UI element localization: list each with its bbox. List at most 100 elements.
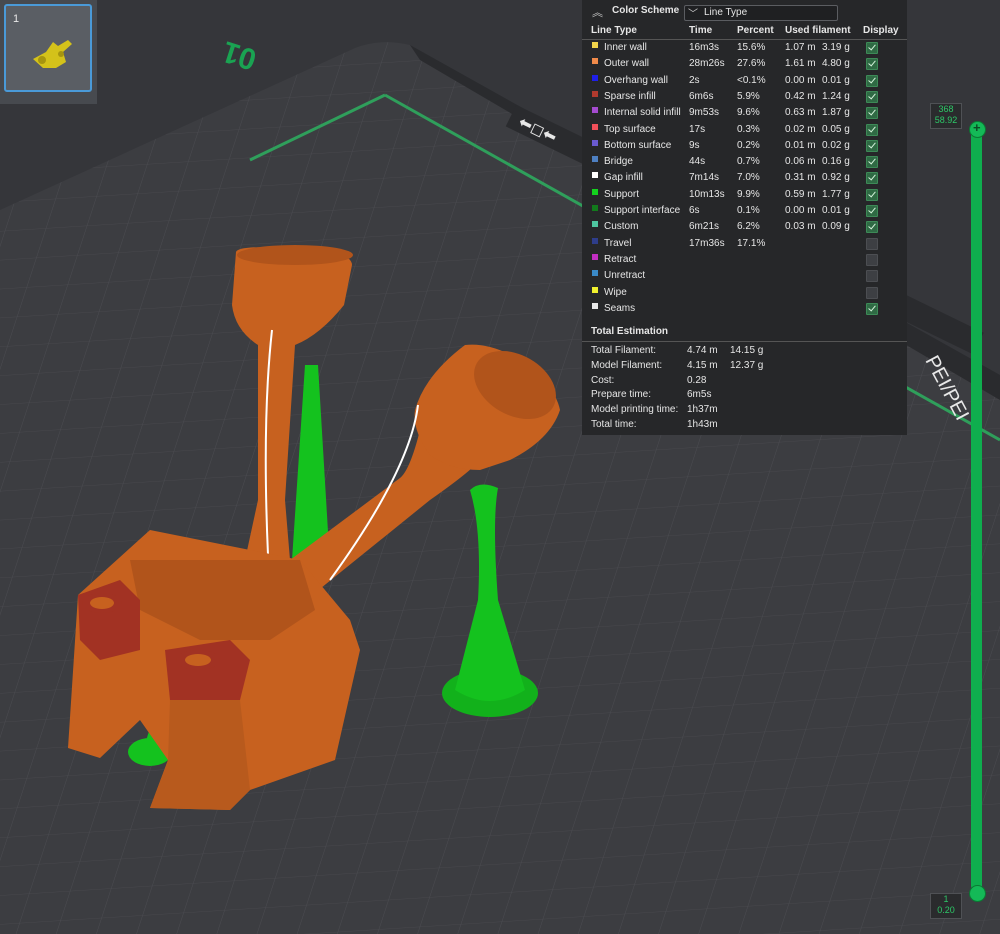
display-checkbox[interactable]: [866, 302, 878, 315]
line-type-length: 0.63 m: [785, 107, 816, 119]
line-type-percent: 9.6%: [737, 107, 760, 119]
line-type-length: 0.59 m: [785, 188, 816, 200]
line-type-swatch: [592, 139, 598, 146]
collapse-icon[interactable]: ︽: [592, 4, 603, 20]
total-value-1: 1h37m: [687, 404, 718, 416]
line-type-label: Support interface: [604, 205, 681, 216]
line-type-weight: 0.05 g: [822, 123, 850, 135]
legend-row: Support 10m13s 9.9% 0.59 m 1.77 g: [582, 187, 907, 203]
line-type-swatch: [592, 237, 598, 244]
line-type-percent: 0.1%: [737, 205, 760, 216]
line-type-swatch: [592, 172, 598, 179]
legend-row: Custom 6m21s 6.2% 0.03 m 0.09 g: [582, 219, 907, 235]
total-label: Total Filament:: [591, 345, 657, 356]
line-type-weight: 4.80 g: [822, 58, 850, 70]
color-scheme-select[interactable]: ﹀ Line Type: [684, 5, 838, 21]
display-checkbox[interactable]: [866, 286, 878, 299]
line-type-time: 6m6s: [689, 90, 714, 102]
display-checkbox[interactable]: [866, 58, 878, 71]
legend-row: Sparse infill 6m6s 5.9% 0.42 m 1.24 g: [582, 89, 907, 105]
layer-slider-track[interactable]: [971, 129, 982, 891]
legend-panel: ︽ Color Scheme ﹀ Line Type Line Type Tim…: [582, 0, 907, 435]
display-checkbox[interactable]: [866, 205, 878, 217]
line-type-weight: 0.09 g: [822, 221, 850, 233]
total-label: Prepare time:: [591, 389, 652, 401]
bottom-layer-height: 0.20: [937, 905, 955, 915]
line-type-percent: 7.0%: [737, 172, 760, 184]
legend-row: Overhang wall 2s <0.1% 0.00 m 0.01 g: [582, 73, 907, 89]
line-type-swatch: [592, 90, 598, 97]
line-type-length: 0.00 m: [785, 74, 816, 86]
legend-row: Outer wall 28m26s 27.6% 1.61 m 4.80 g: [582, 56, 907, 72]
line-type-weight: 0.02 g: [822, 139, 850, 151]
total-label: Model printing time:: [591, 404, 679, 416]
line-type-label: Retract: [604, 253, 637, 265]
legend-column-headers: Line Type Time Percent Used filament Dis…: [582, 24, 907, 40]
line-type-label: Bridge: [604, 156, 633, 168]
total-label: Total time:: [591, 419, 637, 430]
legend-row: Travel 17m36s 17.1%: [582, 236, 907, 252]
display-checkbox[interactable]: [866, 90, 878, 103]
top-layer-height: 58.92: [934, 115, 958, 125]
legend-row: Bottom surface 9s 0.2% 0.01 m 0.02 g: [582, 138, 907, 154]
legend-row: Inner wall 16m3s 15.6% 1.07 m 3.19 g: [582, 40, 907, 56]
line-type-percent: 6.2%: [737, 221, 760, 233]
layer-slider-top-thumb[interactable]: [969, 120, 986, 138]
display-checkbox[interactable]: [866, 156, 878, 169]
line-type-label: Custom: [604, 221, 639, 233]
line-type-time: 44s: [689, 156, 706, 168]
display-checkbox[interactable]: [866, 139, 878, 152]
col-percent: Percent: [737, 25, 774, 36]
legend-row: Top surface 17s 0.3% 0.02 m 0.05 g: [582, 122, 907, 138]
display-checkbox[interactable]: [866, 74, 878, 87]
color-scheme-title: Color Scheme: [612, 5, 680, 16]
plate-thumbnail-model-icon: [33, 40, 72, 68]
line-type-percent: 0.7%: [737, 156, 760, 168]
line-type-time: 28m26s: [689, 58, 725, 70]
bottom-layer-number: 1: [943, 894, 949, 904]
total-estimation-row: Total Filament: 4.74 m 14.15 g: [582, 345, 907, 360]
line-type-length: 1.07 m: [785, 42, 816, 53]
legend-header: ︽ Color Scheme ﹀ Line Type: [582, 0, 907, 24]
layer-slider-top-label: 368 58.92: [930, 103, 962, 129]
line-type-length: 0.42 m: [785, 90, 816, 102]
display-checkbox[interactable]: [866, 270, 878, 283]
total-estimation-row: Prepare time: 6m5s: [582, 389, 907, 404]
display-checkbox[interactable]: [866, 237, 878, 250]
line-type-time: 7m14s: [689, 172, 720, 184]
line-type-time: 16m3s: [689, 42, 720, 53]
layer-slider-bottom-thumb[interactable]: [969, 885, 986, 902]
line-type-weight: 0.01 g: [822, 205, 850, 216]
line-type-time: 17m36s: [689, 237, 725, 249]
line-type-weight: 1.24 g: [822, 90, 850, 102]
line-type-weight: 0.92 g: [822, 172, 850, 184]
display-checkbox[interactable]: [866, 172, 878, 185]
legend-row: Wipe: [582, 285, 907, 301]
display-checkbox[interactable]: [866, 253, 878, 266]
layer-slider-bottom-label: 1 0.20: [930, 893, 962, 919]
line-type-weight: 0.01 g: [822, 74, 850, 86]
line-type-swatch: [592, 123, 598, 130]
line-type-weight: 1.87 g: [822, 107, 850, 119]
3d-viewport[interactable]: ⬅◻⬅ 01 PEI/PEI 1 ︽ Color Scheme ﹀ Line T…: [0, 0, 1000, 934]
line-type-length: 1.61 m: [785, 58, 816, 70]
display-checkbox[interactable]: [866, 123, 878, 136]
line-type-percent: 27.6%: [737, 58, 766, 70]
line-type-percent: <0.1%: [737, 74, 766, 86]
line-type-label: Sparse infill: [604, 90, 656, 102]
line-type-time: 9s: [689, 139, 700, 151]
top-layer-number: 368: [938, 104, 954, 114]
legend-row: Unretract: [582, 268, 907, 284]
display-checkbox[interactable]: [866, 42, 878, 54]
display-checkbox[interactable]: [866, 107, 878, 120]
display-checkbox[interactable]: [866, 188, 878, 201]
line-type-length: 0.31 m: [785, 172, 816, 184]
line-type-swatch: [592, 205, 598, 211]
line-type-length: 0.02 m: [785, 123, 816, 135]
line-type-label: Overhang wall: [604, 74, 668, 86]
line-type-label: Unretract: [604, 270, 646, 282]
line-type-weight: 1.77 g: [822, 188, 850, 200]
total-estimation-row: Model printing time: 1h37m: [582, 404, 907, 419]
col-line-type: Line Type: [591, 25, 637, 36]
display-checkbox[interactable]: [866, 221, 878, 234]
